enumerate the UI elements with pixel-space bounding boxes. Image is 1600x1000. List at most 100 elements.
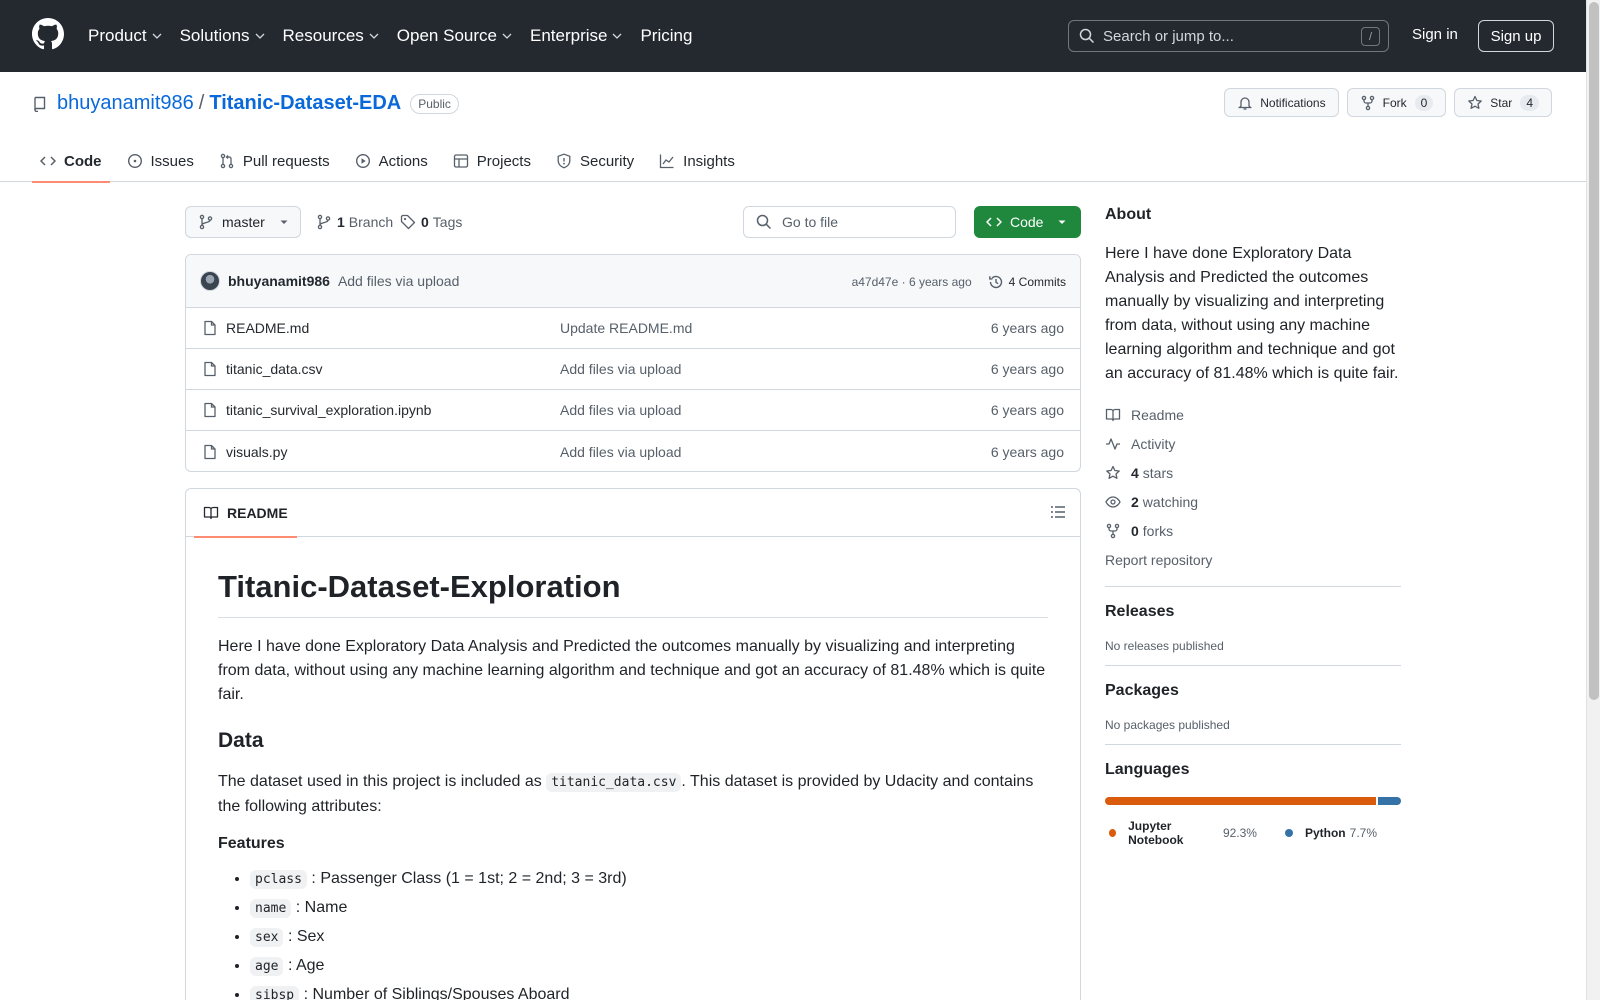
about-description: Here I have done Exploratory Data Analys… [1105,245,1399,382]
repo-tabs: Code Issues Pull requests Actions Projec… [32,140,752,183]
tab-actions[interactable]: Actions [347,140,436,182]
history-icon [988,275,1002,288]
nav-enterprise[interactable]: Enterprise [530,26,622,46]
file-browser: bhuyanamit986 Add files via upload a47d4… [185,254,1081,472]
code-button-label: Code [1010,214,1044,230]
search-placeholder: Search or jump to... [1103,27,1234,45]
commits-history-link[interactable]: 4 Commits [988,274,1066,290]
inline-code: pclass [250,870,307,889]
nav-pricing[interactable]: Pricing [640,26,692,46]
feature-description: : Age [287,957,325,974]
commit-author-link[interactable]: bhuyanamit986 [228,273,330,289]
notifications-button[interactable]: Notifications [1224,88,1339,117]
tab-label: Issues [150,152,194,170]
commit-hash-time[interactable]: a47d47e · 6 years ago [852,275,972,289]
tab-code[interactable]: Code [32,140,110,183]
language-percent: 7.7% [1349,826,1377,840]
code-icon [986,217,1002,227]
divider [1105,586,1401,587]
file-name-link[interactable]: README.md [226,320,309,336]
language-item-jupyter[interactable]: Jupyter Notebook 92.3% [1105,819,1257,847]
shield-icon [557,153,571,169]
branches-link[interactable]: 1 Branch [316,206,393,238]
activity-link[interactable]: Activity [1105,429,1401,458]
nav-label: Pricing [640,26,693,45]
branch-selector[interactable]: master [185,206,301,238]
packages-heading[interactable]: Packages [1105,682,1401,700]
file-name-link[interactable]: titanic_survival_exploration.ipynb [226,402,431,418]
file-commit-message-link[interactable]: Add files via upload [560,444,681,460]
sign-up-button[interactable]: Sign up [1478,20,1554,52]
languages-legend: Jupyter Notebook 92.3% Python 7.7% [1105,819,1401,847]
go-to-file-input[interactable]: Go to file [743,206,956,238]
branch-label: Branch [348,214,394,230]
sign-in-link[interactable]: Sign in [1412,26,1458,43]
repo-owner-link[interactable]: bhuyanamit986 [57,92,194,115]
nav-solutions[interactable]: Solutions [180,26,265,46]
readme-data-paragraph: The dataset used in this project is incl… [218,770,1048,819]
tag-count: 0 [421,214,429,230]
github-logo-icon[interactable] [32,18,64,50]
caret-down-icon [1058,220,1066,224]
branch-count: 1 [337,214,345,230]
tab-insights[interactable]: Insights [651,140,743,182]
table-row: visuals.py Add files via upload 6 years … [186,431,1080,471]
file-name-link[interactable]: titanic_data.csv [226,361,323,377]
code-dropdown-button[interactable]: Code [974,206,1081,238]
about-heading: About [1105,206,1152,223]
file-commit-message-link[interactable]: Update README.md [560,320,692,336]
chevron-down-icon [502,33,512,39]
tab-label: Projects [476,152,531,170]
tab-pull-requests[interactable]: Pull requests [211,140,338,182]
language-item-python[interactable]: Python 7.7% [1281,826,1377,840]
activity-link-label: Activity [1131,435,1176,452]
commit-message-link[interactable]: Add files via upload [338,273,459,289]
caret-down-icon [280,220,288,224]
fork-count: 0 [1414,94,1434,111]
file-icon [204,361,216,377]
avatar[interactable] [200,271,220,291]
list-item: age : Age [250,954,1048,979]
chevron-down-icon [255,33,264,39]
file-name-link[interactable]: visuals.py [226,444,287,460]
list-icon[interactable] [1050,504,1066,520]
readme-body: Titanic-Dataset-Exploration Here I have … [186,569,1080,1000]
readme-tab[interactable]: README [194,489,297,538]
pull-request-icon [220,153,234,169]
tab-issues[interactable]: Issues [119,140,202,182]
readme-features-heading: Features [218,835,285,852]
watching-label: watching [1142,493,1199,510]
repo-name-link[interactable]: Titanic-Dataset-EDA [209,92,401,115]
readme-link[interactable]: Readme [1105,400,1401,429]
code-icon [40,156,56,166]
readme-intro: Here I have done Exploratory Data Analys… [218,638,1046,703]
tags-link[interactable]: 0 Tags [400,206,462,238]
forks-label: forks [1142,522,1174,539]
tab-security[interactable]: Security [548,140,642,182]
file-date: 6 years ago [990,320,1064,336]
search-input[interactable]: Search or jump to... / [1068,20,1389,52]
file-commit-message-link[interactable]: Add files via upload [560,402,681,418]
nav-label: Resources [282,26,364,45]
scrollbar-thumb[interactable] [1589,2,1599,700]
search-icon [756,214,772,230]
nav-resources[interactable]: Resources [283,26,379,46]
forks-link[interactable]: 0 forks [1105,516,1401,545]
inline-code: age [250,957,284,976]
star-count: 4 [1520,94,1539,111]
page-scrollbar[interactable] [1586,0,1600,1000]
tab-projects[interactable]: Projects [445,140,539,182]
nav-product[interactable]: Product [88,26,162,46]
fork-button[interactable]: Fork 0 [1346,88,1447,117]
watching-link[interactable]: 2 watching [1105,487,1401,516]
chevron-down-icon [613,33,622,39]
stars-count: 4 [1131,464,1139,481]
star-button[interactable]: Star 4 [1454,88,1552,117]
nav-open-source[interactable]: Open Source [397,26,512,46]
releases-empty-text: No releases published [1105,639,1224,653]
report-repository-link[interactable]: Report repository [1105,545,1401,574]
stars-link[interactable]: 4 stars [1105,458,1401,487]
file-commit-message-link[interactable]: Add files via upload [560,361,681,377]
branch-bar: master 1 Branch 0 Tags Go to file Code [185,206,1081,239]
releases-heading[interactable]: Releases [1105,603,1401,621]
